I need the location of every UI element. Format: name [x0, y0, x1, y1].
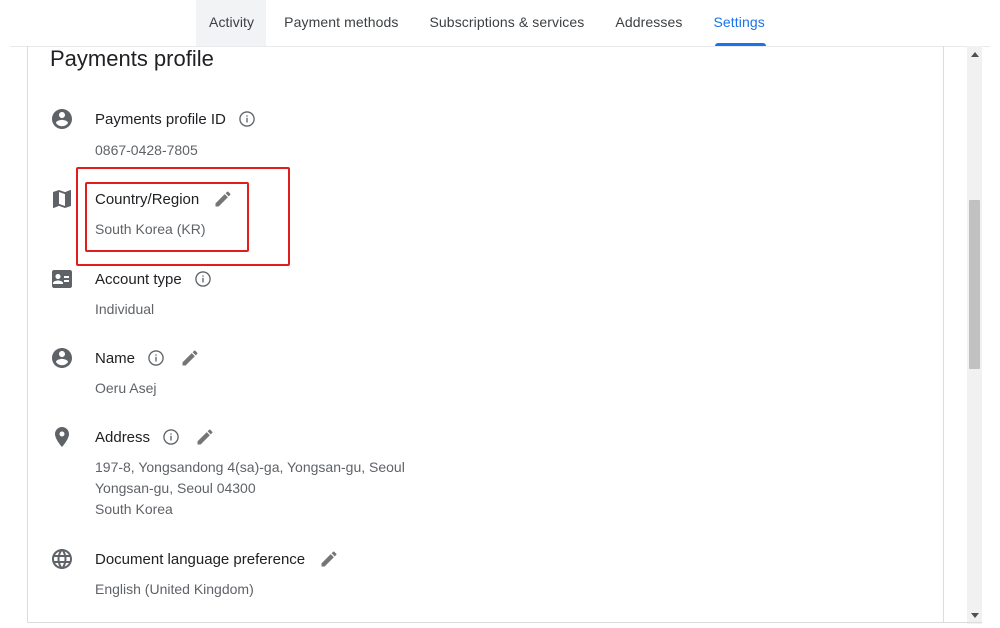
info-icon[interactable]: [193, 269, 213, 289]
edit-pencil-icon[interactable]: [180, 348, 200, 368]
highlight-box-inner: [85, 182, 249, 252]
label-text: Address: [95, 428, 151, 446]
bottom-divider: [27, 622, 982, 623]
account-circle-icon: [50, 346, 74, 370]
info-icon[interactable]: [237, 109, 257, 129]
account-circle-icon: [50, 107, 74, 131]
scroll-down-arrow-icon[interactable]: [971, 613, 979, 618]
label-text: Name: [95, 349, 136, 367]
tab-settings[interactable]: Settings: [701, 0, 777, 46]
name-label: Name: [95, 348, 200, 368]
address-label: Address: [95, 427, 215, 447]
account-type-value: Individual: [95, 301, 155, 317]
tab-payment-methods[interactable]: Payment methods: [272, 0, 411, 46]
globe-icon: [50, 547, 74, 571]
account-type-label: Account type: [95, 269, 213, 289]
info-icon[interactable]: [161, 427, 181, 447]
label-text: Account type: [95, 270, 182, 288]
edit-pencil-icon[interactable]: [195, 427, 215, 447]
top-tabs: Activity Payment methods Subscriptions &…: [196, 0, 778, 46]
tab-activity[interactable]: Activity: [196, 0, 267, 46]
label-text: Payments profile ID: [95, 110, 226, 128]
info-icon[interactable]: [146, 348, 166, 368]
map-icon: [50, 187, 74, 211]
name-value: Oeru Asej: [95, 380, 157, 396]
scroll-up-arrow-icon[interactable]: [971, 52, 979, 57]
edit-pencil-icon[interactable]: [319, 549, 339, 569]
tab-addresses[interactable]: Addresses: [603, 0, 695, 46]
address-line-1: 197-8, Yongsandong 4(sa)-ga, Yongsan-gu,…: [95, 459, 405, 475]
vertical-scrollbar[interactable]: [967, 46, 982, 624]
scrollbar-thumb[interactable]: [969, 200, 980, 369]
page-title: Payments profile: [50, 46, 214, 71]
tab-label: Addresses: [615, 14, 683, 30]
profile-id-value: 0867-0428-7805: [95, 142, 198, 158]
address-line-3: South Korea: [95, 501, 173, 517]
payments-profile-card: Payments profile Payments profile ID 086…: [27, 46, 944, 622]
location-pin-icon: [50, 425, 74, 449]
contact-card-icon: [50, 267, 74, 291]
profile-id-label: Payments profile ID: [95, 109, 257, 129]
tab-subscriptions-services[interactable]: Subscriptions & services: [417, 0, 597, 46]
document-language-label: Document language preference: [95, 549, 339, 569]
label-text: Document language preference: [95, 550, 306, 568]
tab-label: Payment methods: [284, 14, 399, 30]
document-language-value: English (United Kingdom): [95, 581, 254, 597]
tab-label: Activity: [209, 14, 255, 30]
address-line-2: Yongsan-gu, Seoul 04300: [95, 480, 256, 496]
tab-label: Settings: [713, 14, 765, 30]
tab-label: Subscriptions & services: [429, 14, 585, 30]
